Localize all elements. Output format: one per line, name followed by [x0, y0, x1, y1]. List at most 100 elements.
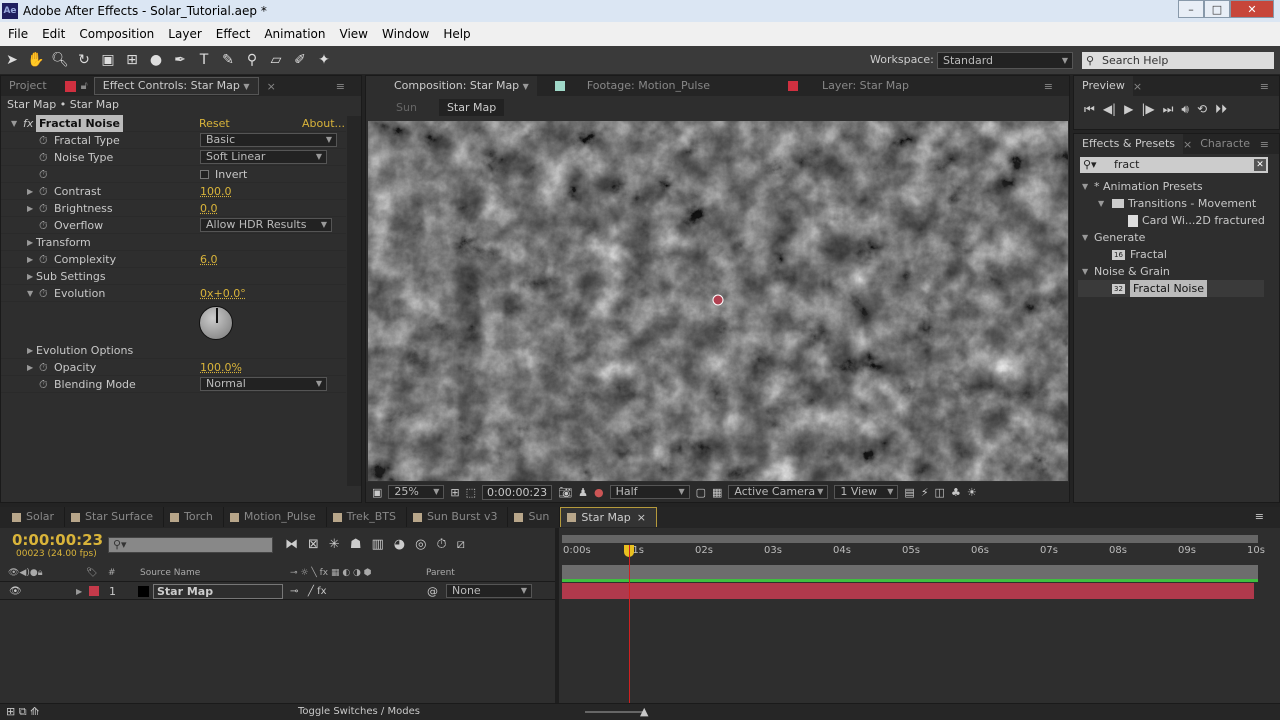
close-tab-icon[interactable]: ×: [637, 508, 646, 528]
puppet-tool-icon[interactable]: ✦: [312, 52, 336, 68]
fx-icon[interactable]: fx: [23, 115, 33, 132]
tab-project[interactable]: Project: [1, 76, 55, 96]
zoom-slider[interactable]: [585, 711, 645, 713]
brush-tool-icon[interactable]: ✎: [216, 52, 240, 68]
grid-icon[interactable]: ⊞: [450, 486, 459, 499]
property-value[interactable]: 0x+0.0°: [200, 285, 246, 302]
layer-duration-bar[interactable]: [562, 583, 1254, 599]
tab-preview[interactable]: Preview: [1074, 76, 1133, 96]
last-frame-icon[interactable]: ⏭: [1163, 102, 1174, 117]
collapse-icon[interactable]: ▼: [1082, 178, 1088, 195]
roi-icon[interactable]: ▢: [696, 486, 706, 499]
zoom-tool-icon[interactable]: 🔍︎: [48, 52, 72, 68]
panel-menu-icon[interactable]: ≡: [1260, 138, 1269, 151]
menu-edit[interactable]: Edit: [34, 27, 71, 41]
stopwatch-icon[interactable]: ⏱: [39, 149, 48, 166]
property-value[interactable]: 100.0: [200, 183, 232, 200]
tree-item-animation-presets[interactable]: ▼ * Animation Presets: [1078, 178, 1264, 195]
expand-icon[interactable]: ▶: [27, 183, 33, 200]
tab-effect-controls[interactable]: Effect Controls: Star Map ▼: [93, 77, 259, 95]
fast-previews-icon[interactable]: ⚡: [921, 486, 929, 499]
tree-item-noise-grain[interactable]: ▼ Noise & Grain: [1078, 263, 1264, 280]
collapse-icon[interactable]: ▼: [1098, 195, 1104, 212]
tab-footage[interactable]: Footage: Motion_Pulse: [579, 76, 718, 96]
tree-item-fractal-noise[interactable]: 32 Fractal Noise: [1078, 280, 1264, 297]
layer-switches-icon[interactable]: ⊸ ╱ fx: [290, 583, 327, 600]
clear-search-icon[interactable]: ✕: [1254, 159, 1266, 171]
expand-icon[interactable]: ▶: [27, 234, 33, 251]
timeline-tab-trek-bts[interactable]: Trek_BTS: [327, 507, 407, 527]
tree-item-generate[interactable]: ▼ Generate: [1078, 229, 1264, 246]
live-update-icon[interactable]: ⊠: [308, 537, 319, 552]
invert-checkbox[interactable]: [200, 170, 209, 179]
tab-effects-presets[interactable]: Effects & Presets: [1074, 134, 1183, 154]
close-tab-icon[interactable]: ×: [1183, 138, 1192, 151]
property-dropdown[interactable]: Basic: [200, 133, 337, 147]
stopwatch-icon[interactable]: ⏱: [39, 285, 48, 302]
minimize-button[interactable]: –: [1178, 0, 1204, 18]
current-timecode[interactable]: 0:00:00:23: [12, 531, 103, 549]
channel-icon[interactable]: ●: [594, 486, 604, 499]
stopwatch-icon[interactable]: ⏱: [39, 200, 48, 217]
menu-layer[interactable]: Layer: [160, 27, 207, 41]
timeline-tab-star-map[interactable]: Star Map ×: [560, 507, 657, 527]
loop-icon[interactable]: ⟲: [1197, 102, 1207, 117]
playhead[interactable]: [629, 545, 631, 720]
selection-tool-icon[interactable]: ➤: [0, 52, 24, 68]
property-value[interactable]: 100.0%: [200, 359, 242, 376]
layer-label-color[interactable]: [89, 586, 99, 596]
collapse-icon[interactable]: ▼: [1082, 263, 1088, 280]
rotate-tool-icon[interactable]: ↻: [72, 52, 96, 68]
stopwatch-icon[interactable]: ⏱: [39, 166, 48, 183]
tab-composition[interactable]: Composition: Star Map ▼: [366, 76, 537, 96]
property-value[interactable]: 6.0: [200, 251, 218, 268]
hand-tool-icon[interactable]: ✋: [24, 52, 48, 68]
panel-menu-icon[interactable]: ≡: [1260, 80, 1269, 93]
close-tab-icon[interactable]: ×: [1133, 80, 1142, 93]
expand-icon[interactable]: ▶: [27, 200, 33, 217]
tree-item-fractal[interactable]: 16 Fractal: [1078, 246, 1264, 263]
effect-header[interactable]: ▼ fx Fractal Noise Reset About...: [1, 115, 346, 132]
text-tool-icon[interactable]: T: [192, 52, 216, 68]
expand-icon[interactable]: ▶: [27, 251, 33, 268]
anchor-point-icon[interactable]: [712, 294, 724, 306]
collapse-icon[interactable]: ▼: [11, 115, 17, 132]
stopwatch-icon[interactable]: ⏱: [39, 251, 48, 268]
property-dropdown[interactable]: Allow HDR Results: [200, 218, 332, 232]
parent-dropdown[interactable]: None: [446, 584, 532, 598]
view-layout-dropdown[interactable]: 1 View: [834, 485, 899, 499]
collapse-icon[interactable]: ▼: [1082, 229, 1088, 246]
flowchart-icon[interactable]: ♣: [951, 486, 961, 499]
eraser-tool-icon[interactable]: ▱: [264, 52, 288, 68]
menu-window[interactable]: Window: [374, 27, 435, 41]
stopwatch-icon[interactable]: ⏱: [39, 217, 48, 234]
composition-canvas[interactable]: [368, 121, 1068, 481]
property-dropdown[interactable]: Soft Linear: [200, 150, 327, 164]
effects-search-input[interactable]: ⚲▾ fract ✕: [1080, 157, 1268, 173]
timeline-tab-motion-pulse[interactable]: Motion_Pulse: [224, 507, 327, 527]
flow-item-star-map[interactable]: Star Map: [438, 98, 505, 116]
layer-name[interactable]: Star Map: [153, 584, 283, 599]
close-tab-icon[interactable]: ×: [267, 80, 276, 93]
lock-icon[interactable]: 🔓︎: [81, 79, 88, 93]
expand-icon[interactable]: ▶: [27, 342, 33, 359]
mask-tool-icon[interactable]: ●: [144, 52, 168, 68]
frame-blending-icon[interactable]: ▥: [371, 537, 383, 552]
menu-animation[interactable]: Animation: [256, 27, 331, 41]
timeline-tab-sun[interactable]: Sun: [508, 507, 561, 527]
expand-layer-icon[interactable]: ▶: [76, 583, 82, 600]
expand-icon[interactable]: ▶: [27, 268, 33, 285]
time-navigator[interactable]: [562, 535, 1258, 543]
scrollbar[interactable]: [347, 116, 361, 486]
panel-menu-icon[interactable]: ≡: [336, 80, 345, 93]
mask-visibility-icon[interactable]: ⬚: [466, 486, 476, 499]
panel-menu-icon[interactable]: ≡: [1044, 80, 1053, 93]
column-source-name[interactable]: Source Name: [140, 565, 200, 582]
layer-row[interactable]: 👁︎ ▶ 1 Star Map ⊸ ╱ fx @ None: [0, 583, 555, 600]
pan-behind-tool-icon[interactable]: ⊞: [120, 52, 144, 68]
property-value[interactable]: 0.0: [200, 200, 218, 217]
reset-button[interactable]: Reset: [199, 115, 230, 132]
always-preview-icon[interactable]: ▣: [372, 486, 382, 499]
timeline-icon[interactable]: ◫: [935, 486, 945, 499]
tree-item-card-wi-2d-fractured[interactable]: Card Wi...2D fractured: [1078, 212, 1265, 229]
